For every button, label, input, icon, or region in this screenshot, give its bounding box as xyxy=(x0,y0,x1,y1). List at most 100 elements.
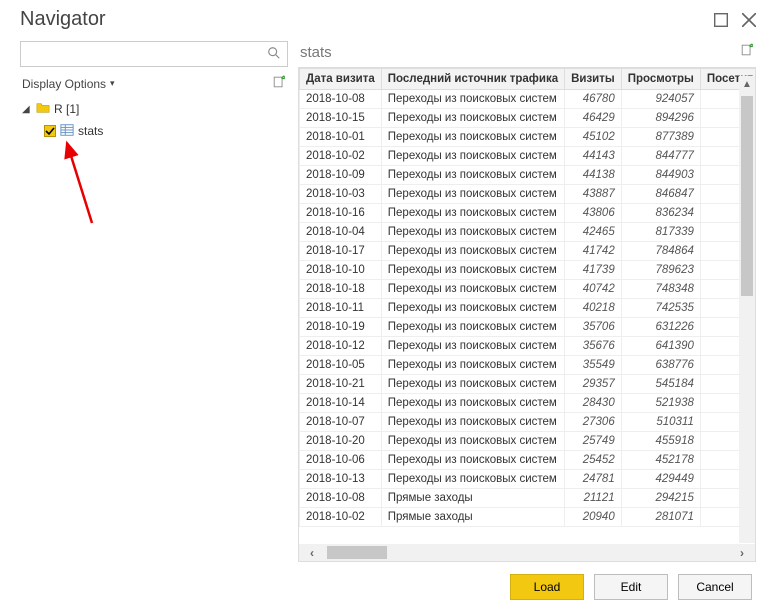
search-box[interactable] xyxy=(20,41,288,67)
folder-icon xyxy=(36,101,50,118)
cell-source: Переходы из поисковых систем xyxy=(381,280,564,299)
preview-refresh-icon[interactable] xyxy=(740,43,754,61)
cell-views: 836234 xyxy=(621,204,700,223)
table-row[interactable]: 2018-10-07Переходы из поисковых систем27… xyxy=(300,413,756,432)
cell-visits: 44138 xyxy=(565,166,622,185)
table-row[interactable]: 2018-10-12Переходы из поисковых систем35… xyxy=(300,337,756,356)
table-row[interactable]: 2018-10-13Переходы из поисковых систем24… xyxy=(300,470,756,489)
cell-source: Переходы из поисковых систем xyxy=(381,261,564,280)
cell-source: Переходы из поисковых систем xyxy=(381,223,564,242)
tree-child-label: stats xyxy=(78,124,103,138)
load-button[interactable]: Load xyxy=(510,574,584,600)
display-options-row: Display Options ▾ xyxy=(20,75,288,92)
cell-views: 789623 xyxy=(621,261,700,280)
cell-source: Переходы из поисковых систем xyxy=(381,147,564,166)
cell-source: Переходы из поисковых систем xyxy=(381,356,564,375)
collapse-icon[interactable]: ◢ xyxy=(22,104,32,115)
right-pane: stats Дата визита Последний источник тра… xyxy=(298,41,756,562)
cell-date: 2018-10-17 xyxy=(300,242,382,261)
preview-title: stats xyxy=(300,44,332,61)
cell-visits: 42465 xyxy=(565,223,622,242)
cell-views: 631226 xyxy=(621,318,700,337)
cell-source: Переходы из поисковых систем xyxy=(381,299,564,318)
col-header[interactable]: Дата визита xyxy=(300,69,382,90)
table-row[interactable]: 2018-10-06Переходы из поисковых систем25… xyxy=(300,451,756,470)
table-row[interactable]: 2018-10-19Переходы из поисковых систем35… xyxy=(300,318,756,337)
table-row[interactable]: 2018-10-21Переходы из поисковых систем29… xyxy=(300,375,756,394)
cell-date: 2018-10-04 xyxy=(300,223,382,242)
table-row[interactable]: 2018-10-10Переходы из поисковых систем41… xyxy=(300,261,756,280)
table-row[interactable]: 2018-10-18Переходы из поисковых систем40… xyxy=(300,280,756,299)
tree-child-row[interactable]: stats xyxy=(20,120,288,142)
vertical-scrollbar[interactable]: ▲ xyxy=(739,92,755,543)
cell-date: 2018-10-02 xyxy=(300,508,382,527)
table-row[interactable]: 2018-10-05Переходы из поисковых систем35… xyxy=(300,356,756,375)
cell-date: 2018-10-21 xyxy=(300,375,382,394)
annotation-arrow xyxy=(62,138,102,228)
table-row[interactable]: 2018-10-04Переходы из поисковых систем42… xyxy=(300,223,756,242)
vertical-scroll-thumb[interactable] xyxy=(741,96,753,296)
scroll-right-icon[interactable]: › xyxy=(733,546,751,560)
cell-views: 748348 xyxy=(621,280,700,299)
cell-views: 846847 xyxy=(621,185,700,204)
cell-visits: 29357 xyxy=(565,375,622,394)
cell-views: 638776 xyxy=(621,356,700,375)
cell-source: Переходы из поисковых систем xyxy=(381,90,564,109)
cancel-button[interactable]: Cancel xyxy=(678,574,752,600)
scroll-left-icon[interactable]: ‹ xyxy=(303,546,321,560)
preview-grid[interactable]: Дата визита Последний источник трафика В… xyxy=(299,68,755,544)
table-row[interactable]: 2018-10-09Переходы из поисковых систем44… xyxy=(300,166,756,185)
cell-source: Переходы из поисковых систем xyxy=(381,109,564,128)
cell-views: 510311 xyxy=(621,413,700,432)
cell-visits: 27306 xyxy=(565,413,622,432)
table-row[interactable]: 2018-10-02Переходы из поисковых систем44… xyxy=(300,147,756,166)
cell-date: 2018-10-09 xyxy=(300,166,382,185)
cell-views: 844777 xyxy=(621,147,700,166)
table-row[interactable]: 2018-10-02Прямые заходы20940281071 xyxy=(300,508,756,527)
cell-date: 2018-10-08 xyxy=(300,489,382,508)
cell-source: Переходы из поисковых систем xyxy=(381,204,564,223)
col-header[interactable]: Просмотры xyxy=(621,69,700,90)
table-row[interactable]: 2018-10-15Переходы из поисковых систем46… xyxy=(300,109,756,128)
cell-visits: 28430 xyxy=(565,394,622,413)
table-row[interactable]: 2018-10-08Переходы из поисковых систем46… xyxy=(300,90,756,109)
search-icon[interactable] xyxy=(267,46,281,63)
edit-button[interactable]: Edit xyxy=(594,574,668,600)
refresh-icon[interactable] xyxy=(272,75,286,92)
maximize-icon[interactable] xyxy=(714,13,728,27)
window-title: Navigator xyxy=(20,8,106,31)
cell-date: 2018-10-07 xyxy=(300,413,382,432)
table-row[interactable]: 2018-10-03Переходы из поисковых систем43… xyxy=(300,185,756,204)
search-input[interactable] xyxy=(27,46,267,62)
close-icon[interactable] xyxy=(742,13,756,27)
table-row[interactable]: 2018-10-11Переходы из поисковых систем40… xyxy=(300,299,756,318)
cell-date: 2018-10-03 xyxy=(300,185,382,204)
table-row[interactable]: 2018-10-01Переходы из поисковых систем45… xyxy=(300,128,756,147)
cell-date: 2018-10-06 xyxy=(300,451,382,470)
display-options-dropdown[interactable]: Display Options ▾ xyxy=(22,77,115,91)
cell-date: 2018-10-15 xyxy=(300,109,382,128)
cell-views: 784864 xyxy=(621,242,700,261)
table-row[interactable]: 2018-10-08Прямые заходы21121294215 xyxy=(300,489,756,508)
table-row[interactable]: 2018-10-20Переходы из поисковых систем25… xyxy=(300,432,756,451)
table-row[interactable]: 2018-10-14Переходы из поисковых систем28… xyxy=(300,394,756,413)
footer: Load Edit Cancel xyxy=(0,562,768,610)
checkbox-checked-icon[interactable] xyxy=(44,125,56,137)
cell-date: 2018-10-14 xyxy=(300,394,382,413)
cell-source: Переходы из поисковых систем xyxy=(381,432,564,451)
col-header[interactable]: Последний источник трафика xyxy=(381,69,564,90)
tree-root-label: R [1] xyxy=(54,102,79,116)
preview-table-wrap: Дата визита Последний источник трафика В… xyxy=(298,67,756,562)
cell-date: 2018-10-20 xyxy=(300,432,382,451)
horizontal-scroll-thumb[interactable] xyxy=(327,546,387,559)
horizontal-scrollbar[interactable]: ‹ › xyxy=(299,544,755,561)
table-row[interactable]: 2018-10-16Переходы из поисковых систем43… xyxy=(300,204,756,223)
cell-source: Переходы из поисковых систем xyxy=(381,166,564,185)
col-header[interactable]: Визиты xyxy=(565,69,622,90)
tree-root-row[interactable]: ◢ R [1] xyxy=(20,98,288,120)
cell-source: Переходы из поисковых систем xyxy=(381,451,564,470)
cell-visits: 41739 xyxy=(565,261,622,280)
scroll-up-icon[interactable]: ▲ xyxy=(739,76,755,92)
table-row[interactable]: 2018-10-17Переходы из поисковых систем41… xyxy=(300,242,756,261)
cell-date: 2018-10-18 xyxy=(300,280,382,299)
